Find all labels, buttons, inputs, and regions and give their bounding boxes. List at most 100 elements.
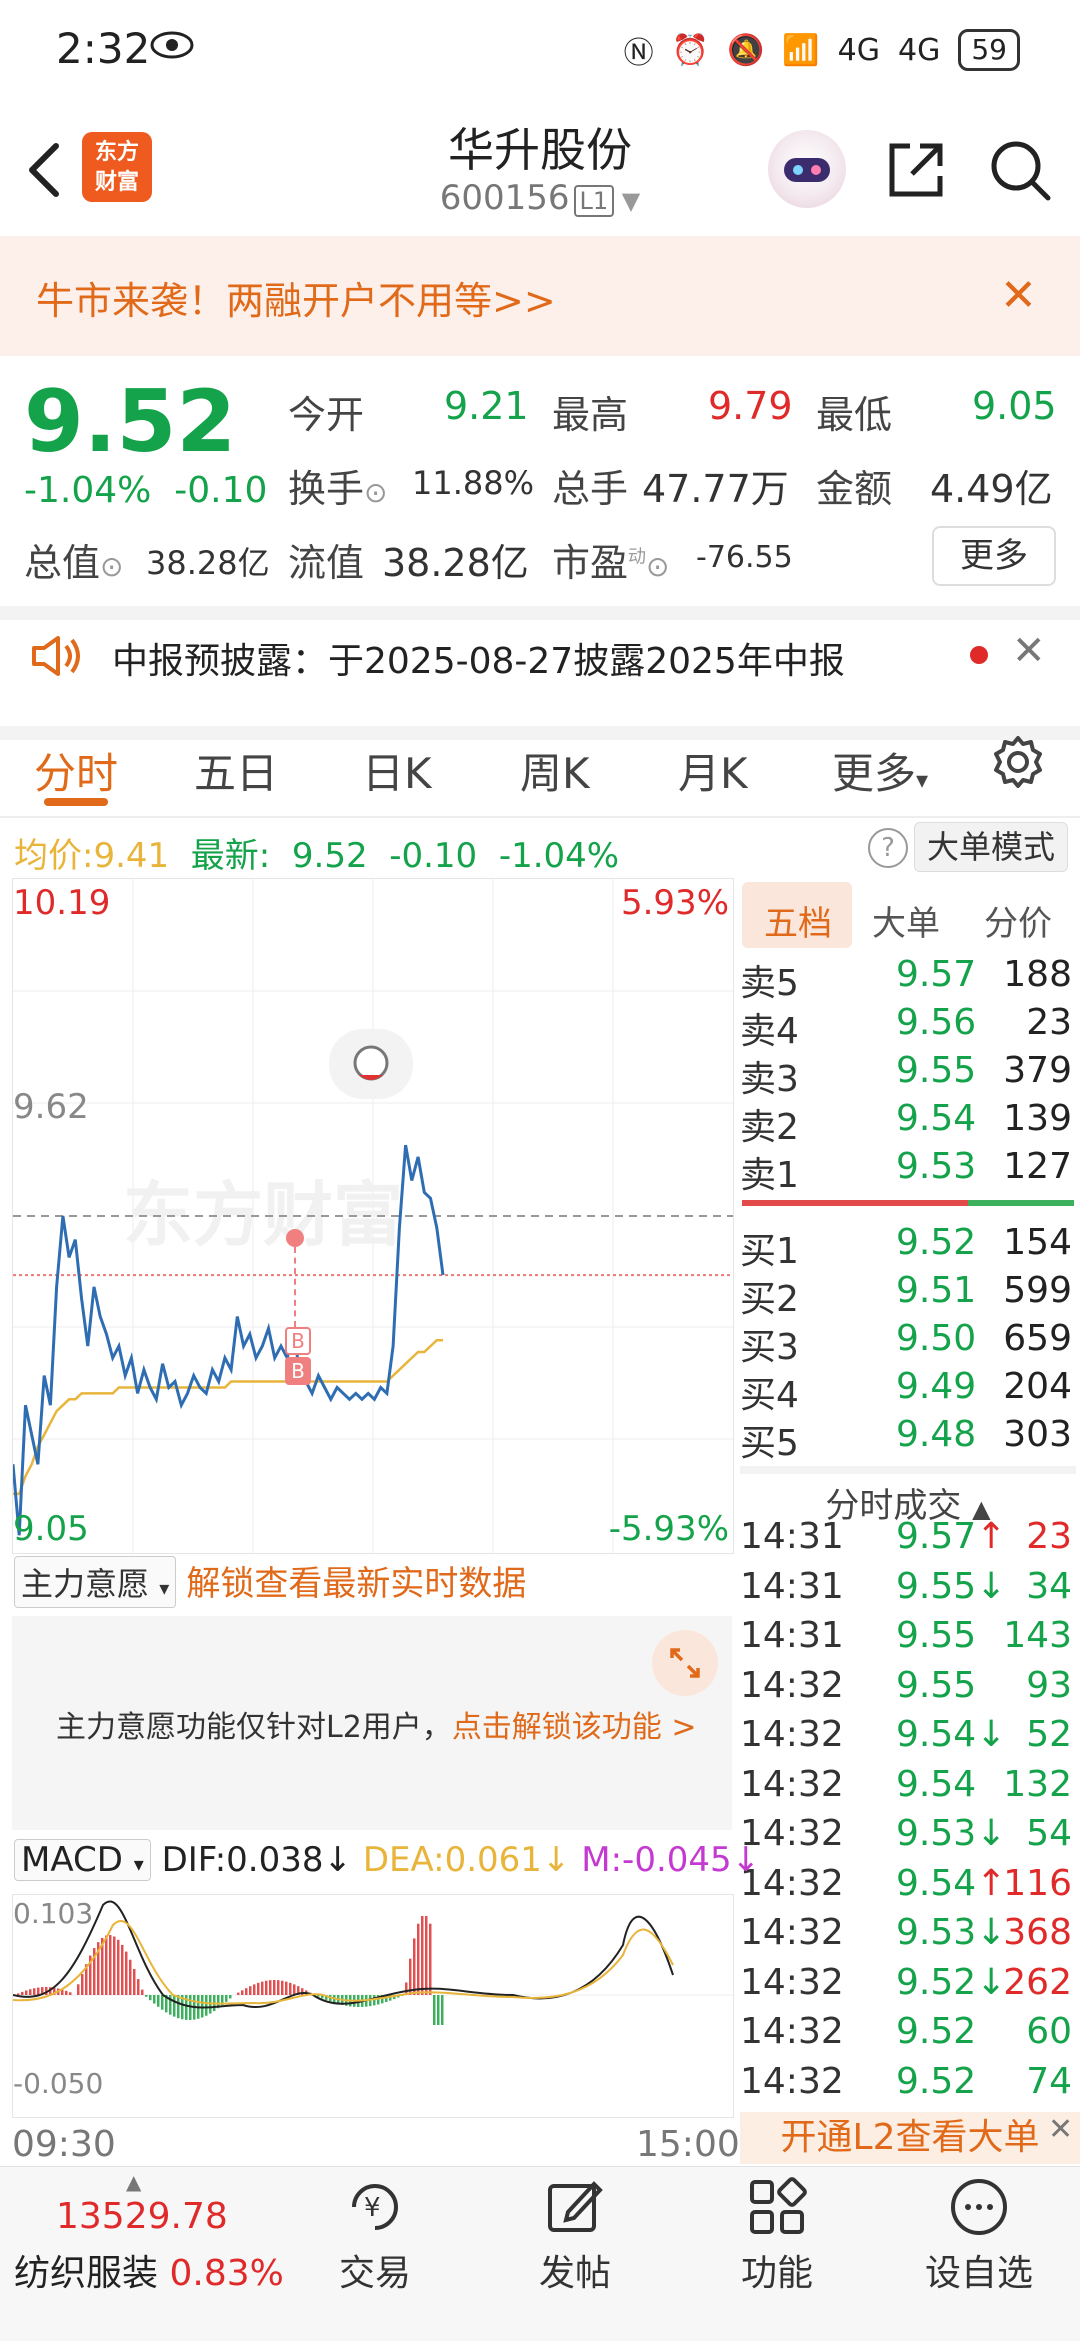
nav-functions[interactable]: 功能 — [702, 2176, 852, 2296]
tab-weekly-k[interactable]: 周K — [520, 740, 590, 801]
macd-bar — [205, 1995, 208, 2016]
big-order-mode-button[interactable]: 大单模式 — [914, 822, 1068, 872]
trade-price: 9.54 — [896, 1763, 977, 1805]
tab-five-day[interactable]: 五日 — [194, 740, 278, 801]
share-icon[interactable] — [884, 138, 948, 206]
buy-marker-b2[interactable]: B — [285, 1357, 311, 1385]
chart-watermark: 东方财富 — [123, 1174, 403, 1256]
macd-bar — [281, 1980, 284, 1995]
trade-time: 14:32 — [740, 1961, 844, 2003]
expand-icon[interactable] — [652, 1630, 718, 1696]
dropdown-caret-icon: ▼ — [614, 187, 641, 215]
intent-dropdown[interactable]: 主力意愿 ▾ — [14, 1556, 177, 1608]
tab-daily-k[interactable]: 日K — [362, 740, 432, 801]
amount-label: 金额 — [816, 467, 893, 511]
ask-row: 卖1 9.53 127 — [740, 1146, 1072, 1196]
more-button[interactable]: 更多 — [932, 526, 1056, 586]
macd-chart[interactable]: 0.103 -0.050 — [12, 1894, 734, 2118]
sector-index-value[interactable]: 13529.78 — [56, 2196, 228, 2237]
trade-price: 9.54↑ — [896, 1862, 1007, 1904]
macd-bar — [265, 1980, 268, 1995]
trade-row: 14:31 9.55↓ 34 — [740, 1566, 1072, 1614]
m-value: M:-0.045↓ — [581, 1840, 761, 1880]
mascot-bubble[interactable] — [329, 1029, 413, 1099]
turnover-value: 11.88% — [412, 464, 535, 502]
macd-chart-svg — [12, 1900, 733, 2025]
settings-gear-icon[interactable] — [990, 734, 1046, 794]
close-icon[interactable]: ✕ — [1048, 2112, 1073, 2147]
macd-bar — [257, 1982, 260, 1995]
nfc-icon: Ⓝ — [623, 36, 654, 71]
trade-row: 14:32 9.52 60 — [740, 2011, 1072, 2059]
tab-price-distribution[interactable]: 分价 — [984, 896, 1052, 945]
close-icon[interactable]: ✕ — [1000, 270, 1037, 321]
nav-add-watchlist[interactable]: 设自选 — [904, 2176, 1054, 2296]
close-icon[interactable]: ✕ — [1012, 628, 1046, 674]
intent-panel-text: 主力意愿功能仅针对L2用户，点击解锁该功能 > — [56, 1710, 697, 1745]
notice-text[interactable]: 中报预披露：于2025-08-27披露2025年中报 — [112, 632, 845, 684]
level-badge: L1 — [573, 185, 615, 217]
trade-volume: 93 — [1026, 1664, 1072, 1706]
macd-bar — [153, 1995, 156, 2004]
macd-y-max: 0.103 — [13, 1897, 94, 1930]
ask-row: 卖4 9.56 23 — [740, 1002, 1072, 1052]
pe-value: -76.55 — [696, 540, 793, 575]
macd-y-min: -0.050 — [13, 2067, 104, 2100]
macd-bar — [133, 1968, 136, 1995]
macd-bar — [157, 1995, 160, 2007]
macd-bar — [229, 1995, 232, 1999]
buy-marker-b1[interactable]: B — [285, 1327, 311, 1355]
avg-price-row: 均价:9.41 最新: 9.52 -0.10 -1.04% — [14, 836, 620, 876]
macd-bar — [121, 1944, 124, 1995]
ai-assistant-avatar[interactable] — [768, 130, 846, 208]
tab-intraday[interactable]: 分时 — [34, 740, 118, 801]
speaker-icon — [30, 634, 84, 682]
sector-index-name[interactable]: 纺织服装 0.83% — [14, 2244, 284, 2296]
wifi-icon: 📶 — [782, 32, 820, 68]
macd-dropdown[interactable]: MACD ▾ — [14, 1839, 151, 1881]
trade-price: 9.52 — [896, 2011, 977, 2052]
trade-time: 14:32 — [740, 2060, 844, 2102]
macd-bar — [149, 1995, 152, 2001]
trade-price: 9.55 — [896, 1664, 977, 1706]
macd-bar — [237, 1992, 240, 1995]
search-icon[interactable] — [988, 138, 1052, 206]
macd-bar — [137, 1979, 140, 1995]
pe-label: 市盈动⊙ — [552, 541, 670, 585]
trade-row: 14:31 9.55 143 — [740, 1615, 1072, 1663]
macd-bar — [413, 1938, 416, 1995]
network-4g-1: 4G — [837, 32, 881, 68]
arrow-down-icon: ↓ — [976, 1813, 1007, 1854]
macd-bar — [433, 1995, 436, 2025]
l2-upgrade-link[interactable]: 开通L2查看大单 — [740, 2112, 1080, 2164]
nav-post[interactable]: 发帖 — [500, 2176, 650, 2296]
macd-bar — [441, 1995, 444, 2025]
macd-bar — [245, 1988, 248, 1995]
trade-volume: 54 — [1026, 1813, 1072, 1854]
sell-pressure-bar — [968, 1200, 1074, 1206]
unlock-feature-link[interactable]: 点击解锁该功能 > — [452, 1710, 697, 1745]
tab-five-levels[interactable]: 五档 — [764, 896, 832, 945]
trade-row: 14:32 9.53↓ 54 — [740, 1813, 1072, 1861]
promo-banner-text[interactable]: 牛市来袭！两融开户不用等>> — [36, 270, 556, 325]
macd-bar — [253, 1984, 256, 1995]
help-icon[interactable]: ? — [868, 828, 908, 868]
macd-bar — [429, 1923, 432, 1995]
tab-big-orders[interactable]: 大单 — [872, 896, 940, 945]
tab-monthly-k[interactable]: 月K — [678, 740, 748, 801]
nav-trade[interactable]: ¥ 交易 — [300, 2176, 450, 2296]
macd-bar — [173, 1995, 176, 2017]
open-value: 9.21 — [444, 384, 529, 428]
unlock-link[interactable]: 解锁查看最新实时数据 — [186, 1564, 526, 1604]
edit-icon — [548, 2181, 603, 2232]
intraday-chart[interactable]: 东方财富 10.19 5.93% 9.62 9.05 -5.93% B B — [11, 878, 734, 1554]
arrow-down-icon: ↓ — [976, 1714, 1007, 1755]
macd-bar — [225, 1995, 228, 2002]
arrow-down-icon: ↓ — [976, 1961, 1007, 2003]
macd-bar — [21, 1991, 24, 1995]
trade-volume: 262 — [1003, 1961, 1072, 2003]
tab-more[interactable]: 更多▾ — [832, 740, 928, 801]
low-value: 9.05 — [972, 384, 1057, 428]
active-tab-indicator — [44, 798, 108, 806]
macd-bar — [29, 1989, 32, 1995]
